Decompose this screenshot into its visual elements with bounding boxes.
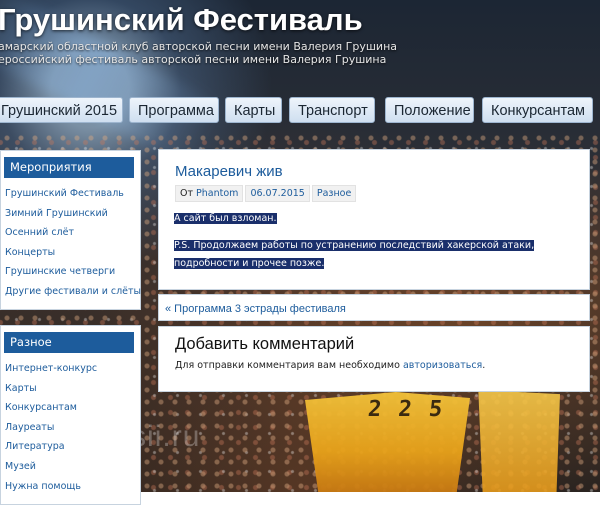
sidebar-item-internet-contest[interactable]: Интернет-конкурс <box>5 359 140 379</box>
post-date-link[interactable]: 06.07.2015 <box>245 185 310 202</box>
sidebar-item-museum[interactable]: Музей <box>5 457 140 477</box>
author-link[interactable]: Phantom <box>196 188 238 199</box>
post-meta: От Phantom 06.07.2015 Разное <box>175 185 589 202</box>
comment-note-end: . <box>482 360 486 371</box>
post-paragraph-2: P.S. Продолжаем работы по устранению пос… <box>174 237 575 273</box>
post-title[interactable]: Макаревич жив <box>175 163 589 180</box>
sidebar-item-grushinsky-thursdays[interactable]: Грушинские четверги <box>5 262 140 282</box>
sidebar-item-help-needed[interactable]: Нужна помощь <box>5 477 140 497</box>
post-category-link[interactable]: Разное <box>311 185 357 202</box>
add-comment-heading: Добавить комментарий <box>175 335 355 353</box>
sidebar-item-grushinsky-festival[interactable]: Грушинский Фестиваль <box>5 184 140 204</box>
sidebar-events-heading: Мероприятия <box>4 157 134 178</box>
sidebar-item-laureates[interactable]: Лауреаты <box>5 418 140 438</box>
sidebar-item-contestants[interactable]: Конкурсантам <box>5 398 140 418</box>
site-tagline-2: ероссийский фестиваль авторской песни им… <box>0 53 387 66</box>
nav-tab-grushinsky-2015[interactable]: Грушинский 2015 <box>0 97 123 123</box>
site-tagline-1: амарский областной клуб авторской песни … <box>0 40 398 53</box>
sidebar-item-other-festivals[interactable]: Другие фестивали и слёты <box>5 282 141 302</box>
sidebar-misc: Разное Интернет-конкурс Карты Конкурсант… <box>0 325 141 505</box>
post-paragraph-1: А сайт был взломан. <box>174 212 589 226</box>
sidebar-item-concerts[interactable]: Концерты <box>5 243 140 263</box>
meta-by-label: От <box>180 188 194 199</box>
nav-tab-maps[interactable]: Карты <box>225 97 282 123</box>
comment-login-note: Для отправки комментария вам необходимо … <box>175 360 589 371</box>
sail-number: 2 2 5 <box>366 397 446 422</box>
sidebar-item-maps[interactable]: Карты <box>5 379 140 399</box>
nav-tab-regulations[interactable]: Положение <box>385 97 474 123</box>
sidebar-item-literature[interactable]: Литература <box>5 437 140 457</box>
login-link[interactable]: авторизоваться <box>403 360 482 371</box>
sidebar-item-autumn-gathering[interactable]: Осенний слёт <box>5 223 140 243</box>
comment-note-text: Для отправки комментария вам необходимо <box>175 360 400 371</box>
site-title[interactable]: Грушинский Фестиваль <box>0 2 363 38</box>
post-navigation: « Программа 3 эстрады фестиваля <box>158 294 590 321</box>
post-panel: Макаревич жив От Phantom 06.07.2015 Разн… <box>158 149 590 290</box>
sidebar-misc-list: Интернет-конкурс Карты Конкурсантам Лаур… <box>1 359 140 496</box>
nav-tab-program[interactable]: Программа <box>129 97 219 123</box>
previous-post-link[interactable]: « Программа 3 эстрады фестиваля <box>165 303 589 315</box>
sidebar-item-winter-grushinsky[interactable]: Зимний Грушинский <box>5 204 140 224</box>
sidebar-events: Мероприятия Грушинский Фестиваль Зимний … <box>0 150 141 310</box>
sidebar-misc-heading: Разное <box>4 332 134 353</box>
post-paragraph-2-text: P.S. Продолжаем работы по устранению пос… <box>174 240 535 269</box>
nav-tab-transport[interactable]: Транспорт <box>289 97 375 123</box>
sidebar-events-list: Грушинский Фестиваль Зимний Грушинский О… <box>1 184 141 302</box>
comments-panel: Добавить комментарий Для отправки коммен… <box>158 326 590 392</box>
sail-small <box>478 390 560 492</box>
post-meta-author: От Phantom <box>175 185 244 202</box>
nav-tab-contestants[interactable]: Конкурсантам <box>482 97 593 123</box>
post-paragraph-1-text: А сайт был взломан. <box>174 213 277 224</box>
